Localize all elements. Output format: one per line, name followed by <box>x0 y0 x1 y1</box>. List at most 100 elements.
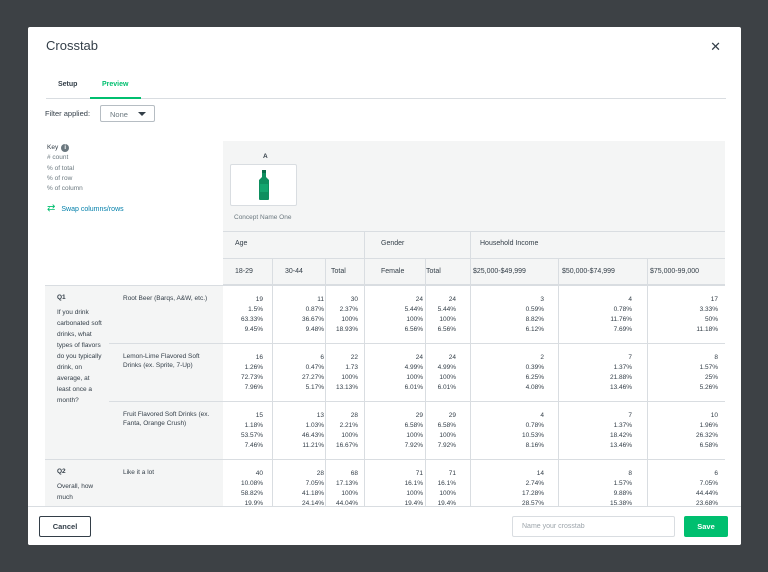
cell-value: 13 <box>316 412 324 419</box>
data-cell: 6 0.47% 27.27% 5.17% <box>302 353 324 393</box>
cell-value: 6 <box>714 470 718 477</box>
modal-title: Crosstab <box>46 38 99 53</box>
cancel-button[interactable]: Cancel <box>39 516 91 537</box>
cell-value: 100% <box>439 432 456 439</box>
cell-value: 21.88% <box>609 374 632 381</box>
cell-value: 100% <box>406 316 423 323</box>
cell-value: 17.13% <box>335 480 358 487</box>
column-sub-header: $75,000-99,000 <box>650 268 700 275</box>
data-cell: 17 3.33% 50% 11.18% <box>696 295 718 335</box>
answer-label: Root Beer (Barqs, A&W, etc.) <box>123 295 208 302</box>
column-sub-header: Total <box>331 268 346 275</box>
cell-value: 100% <box>341 490 358 497</box>
column-group-header: Age <box>235 240 248 247</box>
cell-value: 2 <box>540 354 544 361</box>
key-item: % of column <box>47 185 83 193</box>
cell-value: 100% <box>341 432 358 439</box>
data-cell: 11 0.87% 36.67% 9.48% <box>302 295 324 335</box>
cell-value: 4.99% <box>437 364 456 371</box>
cell-value: 100% <box>439 490 456 497</box>
cell-value: 10.08% <box>240 480 263 487</box>
cell-value: 7.05% <box>305 480 324 487</box>
cell-value: 100% <box>406 432 423 439</box>
cell-value: 6.56% <box>404 326 423 333</box>
cell-value: 24 <box>448 296 456 303</box>
question-cell: Q2 Overall, how much <box>45 459 109 506</box>
cell-value: 4.99% <box>404 364 423 371</box>
filter-value: None <box>110 110 128 119</box>
cell-value: 7.92% <box>437 442 456 449</box>
cell-value: 7.46% <box>244 442 263 449</box>
cell-value: 11.21% <box>302 442 324 449</box>
cell-value: 6.12% <box>525 326 544 333</box>
cell-value: 11.18% <box>696 326 718 333</box>
cell-value: 24 <box>415 296 423 303</box>
swap-columns-rows-link[interactable]: ⇄ Swap columns/rows <box>47 204 124 214</box>
cell-value: 100% <box>341 374 358 381</box>
cell-value: 14 <box>536 470 544 477</box>
cell-value: 7 <box>628 412 632 419</box>
cell-value: 1.57% <box>613 480 632 487</box>
cell-value: 7.96% <box>244 384 263 391</box>
cell-value: 8.16% <box>525 442 544 449</box>
data-cell: 29 6.58% 100% 7.92% <box>405 411 423 451</box>
cell-value: 9.88% <box>613 490 632 497</box>
cell-value: 29 <box>415 412 423 419</box>
filter-dropdown[interactable]: None <box>100 105 155 122</box>
question-id: Q2 <box>57 468 66 475</box>
cell-value: 1.37% <box>613 422 632 429</box>
cell-value: 0.39% <box>525 364 544 371</box>
answer-cell: Root Beer (Barqs, A&W, etc.) <box>109 285 223 343</box>
cell-value: 1.18% <box>244 422 263 429</box>
cell-value: 7.92% <box>404 442 423 449</box>
key-item: % of row <box>47 174 73 182</box>
data-cell: 14 2.74% 17.28% 28.57% <box>522 469 544 509</box>
cell-value: 44.44% <box>695 490 718 497</box>
cell-value: 50% <box>704 316 718 323</box>
cell-value: 1.57% <box>699 364 718 371</box>
close-icon[interactable]: ✕ <box>710 40 721 53</box>
cell-value: 1.37% <box>613 364 632 371</box>
info-icon[interactable]: i <box>61 144 70 153</box>
question-text: Overall, how much <box>57 483 94 501</box>
cell-value: 71 <box>448 470 456 477</box>
data-cell: 71 16.1% 100% 19.4% <box>438 469 456 509</box>
cell-value: 18.42% <box>609 432 632 439</box>
cell-value: 3 <box>540 296 544 303</box>
data-cell: 7 1.37% 18.42% 13.46% <box>610 411 632 451</box>
data-cell: 28 7.05% 41.18% 24.14% <box>302 469 324 509</box>
answer-cell: Fruit Flavored Soft Drinks (ex. Fanta, O… <box>109 401 223 459</box>
cell-value: 0.78% <box>613 306 632 313</box>
cell-value: 27.27% <box>301 374 324 381</box>
answer-cell: Like it a lot <box>109 459 223 506</box>
cell-value: 7.69% <box>613 326 632 333</box>
cell-value: 17 <box>710 296 718 303</box>
cell-value: 9.45% <box>244 326 263 333</box>
cell-value: 6.56% <box>437 326 456 333</box>
data-cell: 4 0.78% 11.76% 7.69% <box>610 295 632 335</box>
tab-setup[interactable]: Setup <box>58 81 77 88</box>
cell-value: 17.28% <box>521 490 544 497</box>
cell-value: 16.1% <box>437 480 456 487</box>
cell-value: 7 <box>628 354 632 361</box>
answer-cell: Lemon-Lime Flavored Soft Drinks (ex. Spr… <box>109 343 223 401</box>
crosstab-name-input[interactable] <box>512 516 675 537</box>
cell-value: 9.48% <box>305 326 324 333</box>
cell-value: 8 <box>714 354 718 361</box>
question-text: If you drink carbonated soft drinks, wha… <box>57 309 102 404</box>
cell-value: 16.1% <box>404 480 423 487</box>
table-row: 16 1.26% 72.73% 7.96% 6 0.47% 27.27% 5.17% 22 1.7… <box>223 343 725 401</box>
swap-icon: ⇄ <box>47 203 56 214</box>
save-button[interactable]: Save <box>684 516 728 537</box>
cell-value: 29 <box>448 412 456 419</box>
data-cell: 24 5.44% 100% 6.56% <box>405 295 423 335</box>
cell-value: 30 <box>350 296 358 303</box>
cell-value: 4 <box>628 296 632 303</box>
cell-value: 0.59% <box>525 306 544 313</box>
cell-value: 5.26% <box>699 384 718 391</box>
cell-value: 28 <box>350 412 358 419</box>
cell-value: 18.93% <box>335 326 358 333</box>
answer-label: Like it a lot <box>123 469 155 476</box>
data-cell: 8 1.57% 9.88% 15.38% <box>610 469 632 509</box>
cell-value: 46.43% <box>301 432 324 439</box>
